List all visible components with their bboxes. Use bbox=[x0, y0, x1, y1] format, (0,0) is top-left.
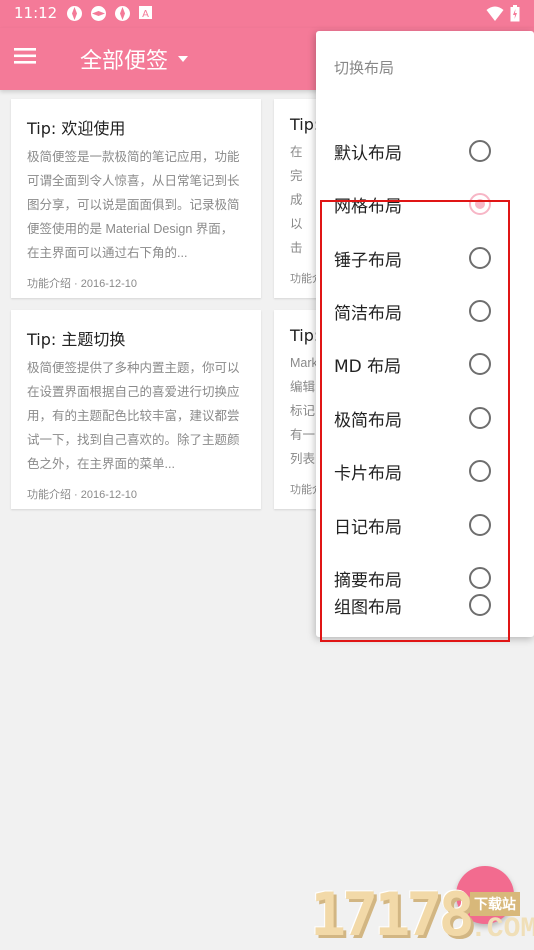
layout-option-label: 默认布局 bbox=[334, 144, 402, 164]
layout-menu-header: 切换布局 bbox=[334, 59, 395, 77]
layout-option-hammer[interactable]: 锤子布局 bbox=[316, 232, 534, 285]
a-icon: A bbox=[138, 5, 155, 22]
hamburger-menu-icon[interactable] bbox=[14, 46, 48, 72]
category-dropdown[interactable]: 全部便签 bbox=[80, 43, 189, 75]
layout-option-grid[interactable]: 网格布局 bbox=[316, 178, 534, 231]
note-body: 在完成以击编"预览以定 bbox=[290, 145, 303, 255]
layout-option-label: 日记布局 bbox=[334, 518, 402, 538]
layout-option-label: 组图布局 bbox=[334, 598, 402, 618]
layout-option-label: 简洁布局 bbox=[334, 304, 402, 324]
layout-option-label: MD 布局 bbox=[334, 357, 402, 377]
watermark-number: 17178 bbox=[310, 880, 475, 950]
note-meta: 功能介绍 · 2016-12-10 bbox=[27, 278, 138, 290]
note-meta: 功能介绍 · 2016-12-10 bbox=[27, 489, 138, 501]
note-card[interactable]: Tip: 主题切换 极简便签提供了多种内置主题，你可以在设置界面根据自己的喜爱进… bbox=[11, 310, 261, 509]
note-body: 极简便签提供了多种内置主题，你可以在设置界面根据自己的喜爱进行切换应用，有的主题… bbox=[27, 361, 240, 471]
wifi-icon bbox=[486, 6, 504, 26]
app-notification-icon bbox=[114, 5, 131, 22]
battery-icon bbox=[510, 5, 520, 26]
radio-button[interactable] bbox=[469, 514, 491, 536]
radio-button[interactable] bbox=[469, 140, 491, 162]
layout-option-md[interactable]: MD 布局 bbox=[316, 338, 534, 391]
radio-button[interactable] bbox=[469, 460, 491, 482]
note-card[interactable]: Tip: 欢迎使用 极简便签是一款极简的笔记应用，功能可谓全面到令人惊喜，从日常… bbox=[11, 99, 261, 298]
note-title: Tip: 主题切换 bbox=[27, 330, 126, 349]
layout-option-label: 卡片布局 bbox=[334, 464, 402, 484]
layout-option-label: 锤子布局 bbox=[334, 251, 402, 271]
chevron-down-icon bbox=[178, 56, 189, 62]
layout-option-label: 极简布局 bbox=[334, 411, 402, 431]
radio-button[interactable] bbox=[469, 407, 491, 429]
radio-button[interactable] bbox=[469, 567, 491, 589]
layout-option-default[interactable]: 默认布局 bbox=[316, 125, 534, 178]
page-title: 全部便签 bbox=[80, 49, 169, 74]
svg-text:A: A bbox=[142, 9, 149, 20]
radio-button[interactable] bbox=[469, 353, 491, 375]
layout-option-label: 网格布局 bbox=[334, 197, 402, 217]
app-notification-icon bbox=[90, 5, 107, 22]
add-note-button[interactable] bbox=[456, 866, 514, 924]
status-system-icons bbox=[486, 5, 520, 26]
radio-button[interactable] bbox=[469, 594, 491, 616]
layout-option-simple[interactable]: 简洁布局 bbox=[316, 285, 534, 338]
layout-option-label: 摘要布局 bbox=[334, 571, 402, 591]
app-notification-icon bbox=[66, 5, 83, 22]
note-body: 极简便签是一款极简的笔记应用，功能可谓全面到令人惊喜，从日常笔记到长图分享，可以… bbox=[27, 150, 240, 260]
radio-button[interactable] bbox=[469, 300, 491, 322]
note-title: Tip: 欢迎使用 bbox=[27, 119, 126, 138]
layout-menu: 切换布局 默认布局 网格布局 锤子布局 简洁布局 MD 布局 极简布局 卡片布局… bbox=[316, 31, 534, 637]
layout-option-card[interactable]: 卡片布局 bbox=[316, 445, 534, 498]
layout-option-gallery[interactable]: 组图布局 bbox=[316, 594, 534, 634]
status-bar: 11:12 A bbox=[0, 0, 534, 28]
radio-button-selected[interactable] bbox=[469, 193, 491, 215]
status-notification-icons: A bbox=[66, 5, 155, 22]
radio-button[interactable] bbox=[469, 247, 491, 269]
layout-option-diary[interactable]: 日记布局 bbox=[316, 499, 534, 552]
layout-option-minimal[interactable]: 极简布局 bbox=[316, 392, 534, 445]
status-time: 11:12 bbox=[14, 4, 58, 22]
